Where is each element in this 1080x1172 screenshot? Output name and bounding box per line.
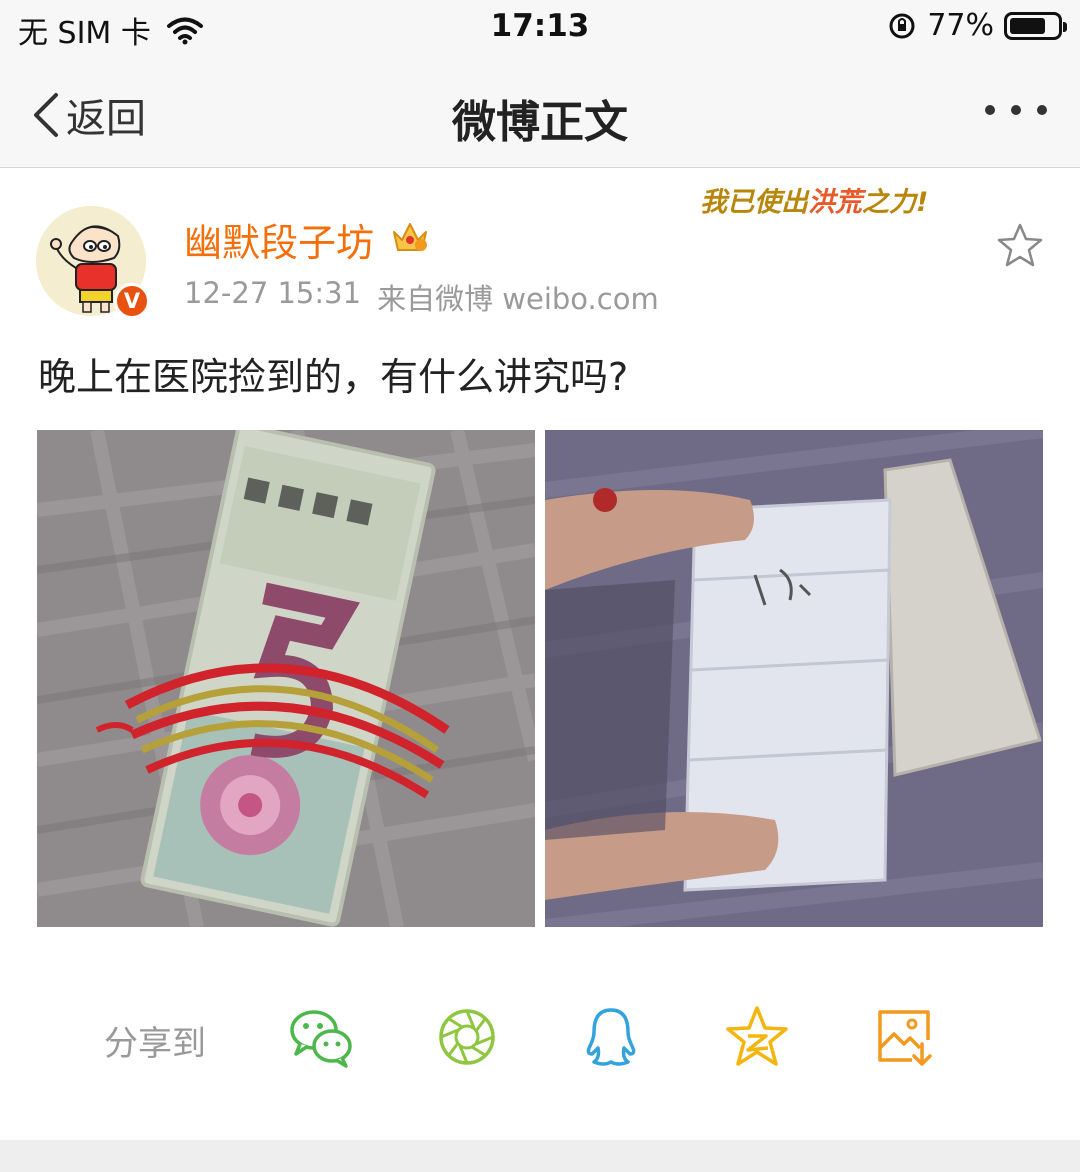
- share-label: 分享到: [104, 1024, 206, 1064]
- share-qzone-button[interactable]: [724, 1004, 790, 1070]
- verified-badge: V: [114, 283, 150, 319]
- banner-text-1: 我已使出: [700, 187, 808, 218]
- page-title: 微博正文: [452, 97, 628, 148]
- save-image-icon: [878, 1010, 932, 1066]
- battery-percent: 77%: [927, 8, 994, 43]
- post-text: 晚上在医院捡到的，有什么讲究吗?: [38, 355, 629, 399]
- banknote-photo-image: [37, 430, 535, 927]
- post-photo-folded-paper[interactable]: [545, 430, 1043, 927]
- banner-text-3: 之力!: [862, 187, 929, 218]
- post-photo-banknote[interactable]: [37, 430, 535, 927]
- post-card: 我已使出洪荒之力! V 幽默段子坊 12-27 15:31 来自微博 weibo…: [0, 168, 1080, 1172]
- status-bar: 无 SIM 卡 17:13 77%: [0, 0, 1080, 56]
- qq-icon: [586, 1008, 636, 1066]
- qzone-icon: [726, 1006, 788, 1066]
- moments-icon: [439, 1009, 495, 1065]
- share-qq-button[interactable]: [578, 1004, 644, 1070]
- post-source: 来自微博 weibo.com: [377, 282, 659, 316]
- share-wechat-button[interactable]: [288, 1004, 354, 1070]
- banner-sticker: 我已使出洪荒之力!: [700, 180, 928, 219]
- author-name[interactable]: 幽默段子坊: [184, 212, 374, 267]
- battery-fill: [1010, 17, 1046, 34]
- post-time: 12-27 15:31: [184, 276, 362, 310]
- rotation-lock-icon: [889, 13, 915, 38]
- crown-member-icon: [390, 218, 430, 258]
- battery-icon: [1004, 11, 1067, 40]
- bottom-divider: [0, 1140, 1080, 1172]
- favorite-star-icon[interactable]: [996, 222, 1044, 272]
- more-button[interactable]: [984, 88, 1048, 136]
- wechat-icon: [290, 1010, 352, 1068]
- status-right: 77%: [887, 8, 1067, 43]
- share-save-image-button[interactable]: [872, 1004, 938, 1070]
- folded-paper-photo-image: [545, 430, 1043, 927]
- post-meta: 12-27 15:31 来自微博 weibo.com: [184, 276, 659, 318]
- nav-bar: 返回 微博正文: [0, 56, 1080, 168]
- share-moments-button[interactable]: [434, 1004, 500, 1070]
- more-dots-icon: [985, 105, 1047, 115]
- share-row: 分享到: [0, 998, 1080, 1078]
- banner-text-2: 洪荒: [808, 187, 862, 218]
